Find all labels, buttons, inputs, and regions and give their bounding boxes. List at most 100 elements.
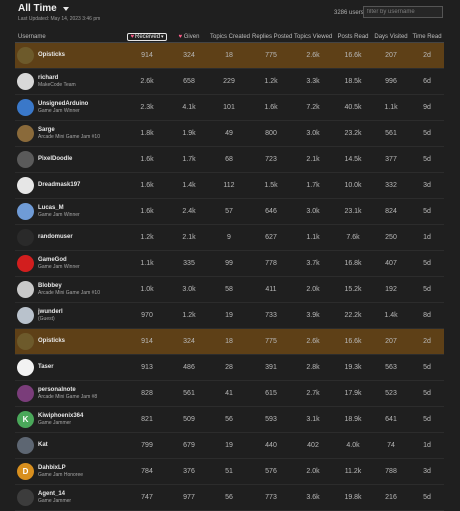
user-info: Agent_14 Game Jammer bbox=[17, 489, 122, 506]
col-days-visited[interactable]: Days Visited bbox=[372, 32, 410, 43]
days-visited-value: 216 bbox=[372, 484, 410, 511]
avatar-sarge[interactable] bbox=[17, 125, 34, 142]
user-cell: Opisticks bbox=[15, 42, 124, 69]
topics-created-value: 19 bbox=[208, 302, 250, 329]
topics-created-value: 56 bbox=[208, 406, 250, 433]
given-value: 3.0k bbox=[170, 276, 208, 303]
replies-posted-value: 615 bbox=[250, 380, 292, 407]
replies-posted-value: 775 bbox=[250, 328, 292, 355]
username-link[interactable]: randomuser bbox=[38, 234, 73, 240]
user-cell: Blobbey Arcade Mini Game Jam #10 bbox=[15, 276, 124, 303]
given-value: 1.7k bbox=[170, 146, 208, 173]
avatar-lucas[interactable] bbox=[17, 203, 34, 220]
avatar-personalnote[interactable] bbox=[17, 385, 34, 402]
user-text: Lucas_M Game Jam Winner bbox=[38, 205, 80, 218]
avatar-blobbey[interactable] bbox=[17, 281, 34, 298]
user-cell: Dreadmask197 bbox=[15, 172, 124, 199]
col-time-read[interactable]: Time Read bbox=[410, 32, 444, 43]
username-link[interactable]: UnsignedArduino bbox=[38, 101, 88, 107]
col-topics-created[interactable]: Topics Created bbox=[208, 32, 250, 43]
given-value: 486 bbox=[170, 354, 208, 381]
leaderboard-table: Username ♥ Received ▾ ♥ Given Topics Cre… bbox=[15, 32, 444, 511]
col-received[interactable]: ♥ Received ▾ bbox=[124, 32, 170, 43]
username-link[interactable]: DahbixLP bbox=[38, 465, 83, 471]
topics-viewed-value: 3.6k bbox=[292, 484, 334, 511]
username-link[interactable]: PixelDoodle bbox=[38, 156, 72, 162]
sort-received-pill[interactable]: ♥ Received ▾ bbox=[127, 33, 167, 41]
time-read-value: 6d bbox=[410, 68, 444, 95]
avatar-jwunderl[interactable] bbox=[17, 307, 34, 324]
username-link[interactable]: Dreadmask197 bbox=[38, 182, 80, 188]
col-replies-posted[interactable]: Replies Posted bbox=[250, 32, 292, 43]
user-cell: Sarge Arcade Mini Game Jam #10 bbox=[15, 120, 124, 147]
period-selector[interactable]: All Time bbox=[18, 3, 69, 14]
username-link[interactable]: GameGod bbox=[38, 257, 80, 263]
avatar-unsigned[interactable] bbox=[17, 99, 34, 116]
avatar-randomuser[interactable] bbox=[17, 229, 34, 246]
col-username[interactable]: Username bbox=[15, 32, 124, 43]
received-value: 799 bbox=[124, 432, 170, 459]
days-visited-value: 1.4k bbox=[372, 302, 410, 329]
topics-viewed-value: 2.8k bbox=[292, 354, 334, 381]
avatar-kat[interactable] bbox=[17, 437, 34, 454]
received-value: 1.2k bbox=[124, 224, 170, 251]
username-link[interactable]: Opisticks bbox=[38, 52, 65, 58]
user-info: personalnote Arcade Mini Game Jam #8 bbox=[17, 385, 122, 402]
days-visited-value: 788 bbox=[372, 458, 410, 485]
avatar-opisticks[interactable] bbox=[17, 333, 34, 350]
avatar-dahbix[interactable]: D bbox=[17, 463, 34, 480]
table-row: PixelDoodle 1.6k 1.7k 68 723 2.1k 14.5k 377 5d bbox=[15, 146, 444, 173]
time-read-value: 8d bbox=[410, 302, 444, 329]
user-cell: richard MakeCode Team bbox=[15, 68, 124, 95]
days-visited-value: 192 bbox=[372, 276, 410, 303]
received-value: 828 bbox=[124, 380, 170, 407]
username-link[interactable]: jwunderl bbox=[38, 309, 63, 315]
username-link[interactable]: Agent_14 bbox=[38, 491, 71, 497]
username-link[interactable]: Lucas_M bbox=[38, 205, 80, 211]
days-visited-value: 996 bbox=[372, 68, 410, 95]
avatar-gamegod[interactable] bbox=[17, 255, 34, 272]
users-count: 3286 users bbox=[334, 10, 364, 16]
header-row: Username ♥ Received ▾ ♥ Given Topics Cre… bbox=[15, 32, 444, 43]
username-link[interactable]: Kiwiphoenix364 bbox=[38, 413, 83, 419]
username-link[interactable]: richard bbox=[38, 75, 76, 81]
replies-posted-value: 778 bbox=[250, 250, 292, 277]
given-value: 324 bbox=[170, 328, 208, 355]
topics-viewed-value: 2.0k bbox=[292, 458, 334, 485]
user-cell: Opisticks bbox=[15, 328, 124, 355]
username-link[interactable]: Opisticks bbox=[38, 338, 65, 344]
table-row: Taser 913 486 28 391 2.8k 19.3k 563 5d bbox=[15, 354, 444, 381]
table-row: randomuser 1.2k 2.1k 9 627 1.1k 7.6k 250 1d bbox=[15, 224, 444, 251]
time-read-value: 5d bbox=[410, 198, 444, 225]
col-topics-viewed[interactable]: Topics Viewed bbox=[292, 32, 334, 43]
username-filter-input[interactable] bbox=[363, 6, 443, 18]
received-value: 913 bbox=[124, 354, 170, 381]
username-link[interactable]: Blobbey bbox=[38, 283, 100, 289]
user-title: Game Jammer bbox=[38, 498, 72, 504]
username-link[interactable]: Sarge bbox=[38, 127, 100, 133]
username-link[interactable]: Taser bbox=[38, 364, 54, 370]
replies-posted-value: 1.5k bbox=[250, 172, 292, 199]
avatar-taser[interactable] bbox=[17, 359, 34, 376]
user-cell: jwunderl (Guest) bbox=[15, 302, 124, 329]
avatar-pixeldoodle[interactable] bbox=[17, 151, 34, 168]
avatar-opisticks[interactable] bbox=[17, 47, 34, 64]
topics-created-value: 56 bbox=[208, 484, 250, 511]
avatar-agent14[interactable] bbox=[17, 489, 34, 506]
replies-posted-value: 411 bbox=[250, 276, 292, 303]
col-posts-read[interactable]: Posts Read bbox=[334, 32, 372, 43]
table-row: UnsignedArduino Game Jam Winner 2.3k 4.1k 10… bbox=[15, 94, 444, 121]
avatar-dreadmask[interactable] bbox=[17, 177, 34, 194]
topics-viewed-value: 2.6k bbox=[292, 328, 334, 355]
topics-viewed-value: 2.6k bbox=[292, 42, 334, 69]
user-cell: PixelDoodle bbox=[15, 146, 124, 173]
received-value: 1.6k bbox=[124, 198, 170, 225]
topics-viewed-value: 1.1k bbox=[292, 224, 334, 251]
user-text: DahbixLP Game Jam Honoree bbox=[38, 465, 83, 478]
username-link[interactable]: personalnote bbox=[38, 387, 97, 393]
avatar-kiwi[interactable]: K bbox=[17, 411, 34, 428]
username-link[interactable]: Kat bbox=[38, 442, 48, 448]
avatar-richard[interactable] bbox=[17, 73, 34, 90]
col-given[interactable]: ♥ Given bbox=[170, 32, 208, 43]
received-value: 914 bbox=[124, 328, 170, 355]
